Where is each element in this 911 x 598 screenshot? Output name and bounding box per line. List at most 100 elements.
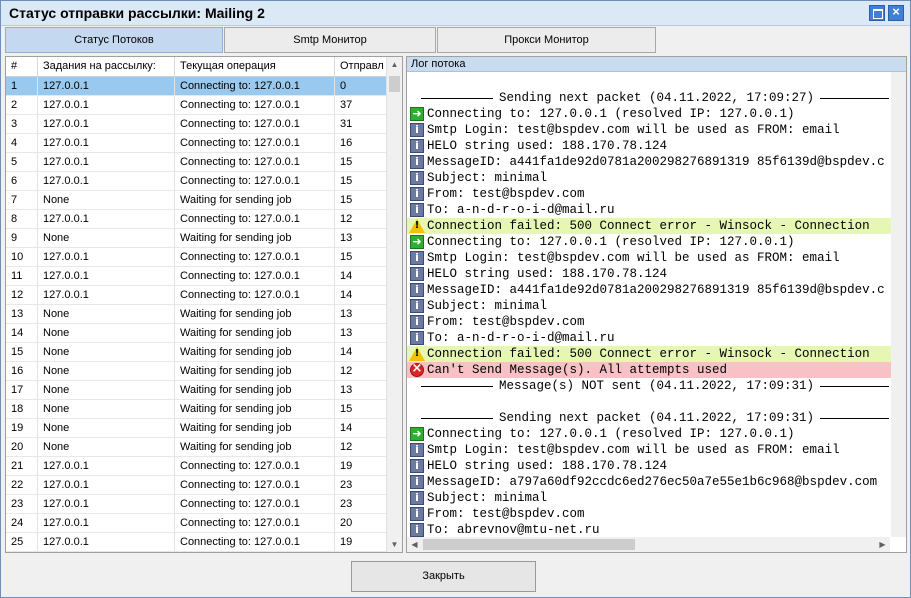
table-row[interactable]: 16 None Waiting for sending job 12 — [6, 362, 389, 381]
log-line: To: a-n-d-r-o-i-d@mail.ru — [407, 202, 906, 218]
row-job: 127.0.0.1 — [38, 153, 175, 171]
log-line: From: test@bspdev.com — [407, 506, 906, 522]
scroll-left-icon[interactable]: ◀ — [407, 537, 422, 552]
scroll-up-icon[interactable]: ▲ — [387, 57, 402, 72]
table-row[interactable]: 19 None Waiting for sending job 14 — [6, 419, 389, 438]
table-row[interactable]: 4 127.0.0.1 Connecting to: 127.0.0.1 16 — [6, 134, 389, 153]
row-operation: Waiting for sending job — [175, 362, 335, 380]
log-text: Connecting to: 127.0.0.1 (resolved IP: 1… — [427, 107, 795, 121]
row-job: None — [38, 343, 175, 361]
info-icon — [410, 458, 424, 474]
grid-rows: 1 127.0.0.1 Connecting to: 127.0.0.1 0 2 127.… — [6, 77, 389, 552]
column-header-job[interactable]: Задания на рассылку: — [38, 57, 175, 76]
log-text: Connection failed: 500 Connect error - W… — [427, 347, 870, 361]
table-row[interactable]: 3 127.0.0.1 Connecting to: 127.0.0.1 31 — [6, 115, 389, 134]
table-row[interactable]: 5 127.0.0.1 Connecting to: 127.0.0.1 15 — [6, 153, 389, 172]
connect-arrow-icon — [410, 106, 424, 122]
table-row[interactable]: 20 None Waiting for sending job 12 — [6, 438, 389, 457]
row-operation: Connecting to: 127.0.0.1 — [175, 210, 335, 228]
log-vertical-scrollbar[interactable] — [891, 72, 906, 537]
table-row[interactable]: 1 127.0.0.1 Connecting to: 127.0.0.1 0 — [6, 77, 389, 96]
log-line: Message(s) NOT sent (04.11.2022, 17:09:3… — [407, 378, 906, 394]
info-icon — [410, 298, 424, 314]
row-sent: 14 — [335, 343, 389, 361]
row-job: 127.0.0.1 — [38, 457, 175, 475]
log-text: Can't Send Message(s). All attempts used — [427, 363, 728, 377]
info-icon — [410, 330, 424, 346]
table-row[interactable]: 6 127.0.0.1 Connecting to: 127.0.0.1 15 — [6, 172, 389, 191]
table-row[interactable]: 13 None Waiting for sending job 13 — [6, 305, 389, 324]
table-row[interactable]: 21 127.0.0.1 Connecting to: 127.0.0.1 19 — [6, 457, 389, 476]
row-sent: 19 — [335, 533, 389, 551]
log-line: MessageID: a441fa1de92d0781a200298276891… — [407, 282, 906, 298]
log-line: Smtp Login: test@bspdev.com will be used… — [407, 250, 906, 266]
close-button[interactable]: Закрыть — [351, 561, 536, 592]
log-text: MessageID: a797a60df92ccdc6ed276ec50a7e5… — [427, 475, 878, 489]
row-operation: Waiting for sending job — [175, 419, 335, 437]
tab-smtp-monitor[interactable]: Smtp Монитор — [224, 27, 436, 53]
info-icon — [410, 506, 424, 522]
close-icon[interactable]: × — [888, 4, 904, 21]
info-icon — [410, 202, 424, 218]
row-sent: 14 — [335, 419, 389, 437]
row-operation: Connecting to: 127.0.0.1 — [175, 172, 335, 190]
info-icon — [410, 266, 424, 282]
log-text: Smtp Login: test@bspdev.com will be used… — [427, 251, 840, 265]
log-line: Smtp Login: test@bspdev.com will be used… — [407, 122, 906, 138]
log-horizontal-scrollbar[interactable]: ◀ ▶ — [407, 537, 890, 552]
scroll-thumb[interactable] — [389, 76, 400, 92]
table-row[interactable]: 24 127.0.0.1 Connecting to: 127.0.0.1 20 — [6, 514, 389, 533]
row-sent: 12 — [335, 210, 389, 228]
table-row[interactable]: 25 127.0.0.1 Connecting to: 127.0.0.1 19 — [6, 533, 389, 552]
horizontal-scroll-thumb[interactable] — [423, 539, 635, 550]
row-job: 127.0.0.1 — [38, 286, 175, 304]
row-job: None — [38, 191, 175, 209]
table-row[interactable]: 2 127.0.0.1 Connecting to: 127.0.0.1 37 — [6, 96, 389, 115]
row-job: 127.0.0.1 — [38, 172, 175, 190]
info-icon — [410, 250, 424, 266]
log-line: Subject: minimal — [407, 490, 906, 506]
row-job: 127.0.0.1 — [38, 248, 175, 266]
table-row[interactable]: 15 None Waiting for sending job 14 — [6, 343, 389, 362]
log-line: Connecting to: 127.0.0.1 (resolved IP: 1… — [407, 106, 906, 122]
warning-mark: ! — [414, 220, 420, 231]
row-sent: 15 — [335, 172, 389, 190]
row-operation: Waiting for sending job — [175, 229, 335, 247]
column-header-operation[interactable]: Текущая операция — [175, 57, 335, 76]
table-row[interactable]: 9 None Waiting for sending job 13 — [6, 229, 389, 248]
row-operation: Waiting for sending job — [175, 438, 335, 456]
mailing-status-window: Статус отправки рассылки: Mailing 2 × Ст… — [0, 0, 911, 598]
column-header-number[interactable]: # — [6, 57, 38, 76]
info-icon — [410, 522, 424, 537]
table-row[interactable]: 11 127.0.0.1 Connecting to: 127.0.0.1 14 — [6, 267, 389, 286]
tab-thread-status[interactable]: Статус Потоков — [5, 27, 223, 53]
row-job: 127.0.0.1 — [38, 210, 175, 228]
threads-vertical-scrollbar[interactable]: ▲ ▼ — [386, 57, 402, 552]
row-job: None — [38, 381, 175, 399]
table-row[interactable]: 17 None Waiting for sending job 13 — [6, 381, 389, 400]
row-number: 12 — [6, 286, 38, 304]
column-header-sent[interactable]: Отправл — [335, 57, 389, 76]
separator-text: Message(s) NOT sent (04.11.2022, 17:09:3… — [492, 379, 821, 393]
maximize-icon[interactable] — [869, 5, 885, 21]
table-row[interactable]: 18 None Waiting for sending job 15 — [6, 400, 389, 419]
row-sent: 15 — [335, 191, 389, 209]
table-row[interactable]: 7 None Waiting for sending job 15 — [6, 191, 389, 210]
table-row[interactable]: 10 127.0.0.1 Connecting to: 127.0.0.1 15 — [6, 248, 389, 267]
log-line: Sending next packet (04.11.2022, 17:09:2… — [407, 90, 906, 106]
scroll-right-icon[interactable]: ▶ — [875, 537, 890, 552]
table-row[interactable]: 12 127.0.0.1 Connecting to: 127.0.0.1 14 — [6, 286, 389, 305]
table-row[interactable]: 14 None Waiting for sending job 13 — [6, 324, 389, 343]
tab-proxy-monitor[interactable]: Прокси Монитор — [437, 27, 656, 53]
row-number: 18 — [6, 400, 38, 418]
row-job: 127.0.0.1 — [38, 267, 175, 285]
row-sent: 37 — [335, 96, 389, 114]
row-operation: Connecting to: 127.0.0.1 — [175, 134, 335, 152]
table-row[interactable]: 22 127.0.0.1 Connecting to: 127.0.0.1 23 — [6, 476, 389, 495]
scroll-down-icon[interactable]: ▼ — [387, 537, 402, 552]
row-operation: Waiting for sending job — [175, 324, 335, 342]
table-row[interactable]: 23 127.0.0.1 Connecting to: 127.0.0.1 23 — [6, 495, 389, 514]
table-row[interactable]: 8 127.0.0.1 Connecting to: 127.0.0.1 12 — [6, 210, 389, 229]
thread-log-panel: Лог потока Sending next packet (04.11.20… — [406, 56, 907, 553]
